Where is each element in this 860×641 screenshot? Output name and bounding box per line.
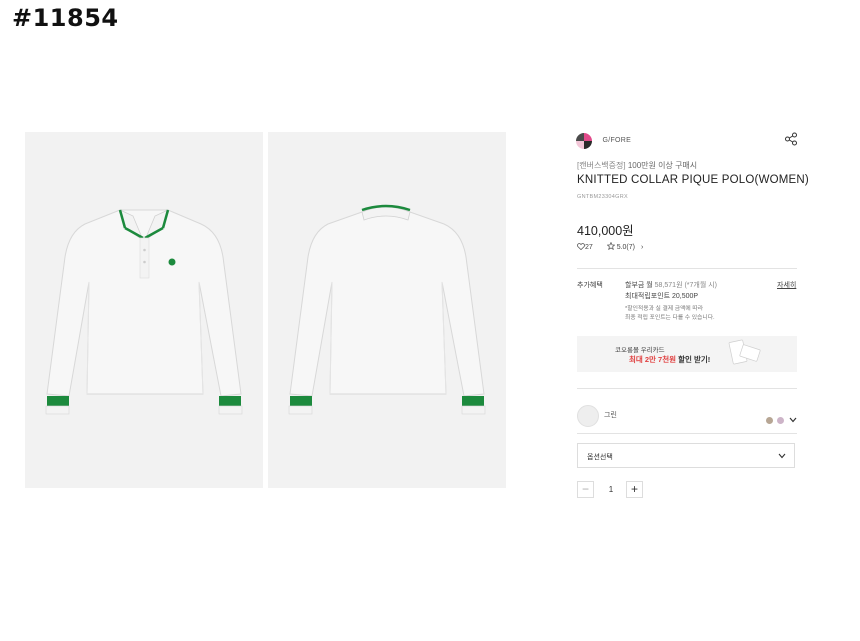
benefit-label: 추가혜택 xyxy=(577,282,603,289)
product-image-front[interactable] xyxy=(25,132,263,488)
rating-arrow: › xyxy=(641,244,644,251)
chevron-down-icon xyxy=(778,453,786,459)
rating[interactable]: 5.0(7) › xyxy=(606,241,650,251)
card-discount: 최대 2만 7천원 xyxy=(629,355,677,364)
image-id-label: #11854 xyxy=(12,4,119,32)
installment-prefix: 할부금 월 xyxy=(625,282,655,289)
benefit-note: *할인적용과 실 결제 금액에 따라 최종 적립 포인트는 다를 수 있습니다. xyxy=(625,305,715,322)
brand-logo[interactable] xyxy=(576,132,592,149)
card-promo-banner[interactable]: 코오롱몰 우리카드 최대 2만 7천원 할인 받기! xyxy=(577,336,797,372)
card-cta: 할인 받기! xyxy=(676,355,711,364)
product-sku: GNTBM23304GRX xyxy=(577,194,628,200)
share-icon[interactable] xyxy=(784,132,798,151)
color-dot-1[interactable] xyxy=(766,417,773,424)
product-price: 410,000원 xyxy=(577,224,634,238)
note-line-1: *할인적용과 실 결제 금액에 따라 xyxy=(625,306,704,312)
note-line-2: 최종 적립 포인트는 다를 수 있습니다. xyxy=(625,314,715,321)
heart-icon xyxy=(577,243,585,251)
color-dot-2[interactable] xyxy=(777,417,785,424)
promo-line: [캔버스백증정] 100만원 이상 구매시 xyxy=(577,160,697,171)
card-banner-line2: 최대 2만 7천원 할인 받기! xyxy=(629,354,710,365)
product-title: KNITTED COLLAR PIQUE POLO(WOMEN) xyxy=(577,174,809,186)
benefit-detail-link[interactable]: 자세히 xyxy=(777,280,796,290)
installment-line: 할부금 월 58,571원 (*7개월 시) xyxy=(625,280,717,291)
rating-value: 5.0(7) xyxy=(616,244,635,251)
brand-row: G/FORE xyxy=(576,132,798,150)
quantity-value[interactable]: 1 xyxy=(604,485,618,494)
benefit-lines: 할부금 월 58,571원 (*7개월 시) 최대적립포인트 20,500P xyxy=(625,280,717,302)
promo-tag: [캔버스백증정] xyxy=(577,161,626,170)
brand-name[interactable]: G/FORE xyxy=(602,137,631,144)
option-select[interactable]: 옵션선택 xyxy=(577,443,795,468)
promo-text: 100만원 이상 구매시 xyxy=(625,161,698,170)
color-swatch-selected[interactable] xyxy=(577,405,599,427)
star-icon xyxy=(606,241,616,251)
divider-mid xyxy=(577,388,797,389)
polo-front-illustration xyxy=(45,209,243,415)
card-banner-line1: 코오롱몰 우리카드 xyxy=(615,347,665,354)
points-line: 최대적립포인트 20,500P xyxy=(625,293,699,300)
divider-top xyxy=(577,268,797,269)
option-select-placeholder: 옵션선택 xyxy=(587,454,613,461)
divider-low xyxy=(577,433,797,434)
likes-count: 27 xyxy=(585,244,593,251)
card-image xyxy=(727,339,761,369)
color-options[interactable] xyxy=(766,411,797,424)
likes[interactable]: 27 xyxy=(577,243,601,251)
product-image-back[interactable] xyxy=(268,132,506,488)
quantity-decrease-button[interactable]: − xyxy=(577,481,594,498)
installment-amount: 58,571원 (*7개월 시) xyxy=(654,282,717,289)
product-meta: 27 5.0(7) › xyxy=(577,241,655,251)
chevron-down-icon[interactable] xyxy=(789,417,797,423)
color-name: 그린 xyxy=(604,412,617,419)
quantity-increase-button[interactable]: + xyxy=(626,481,643,498)
polo-back-illustration xyxy=(288,204,486,415)
